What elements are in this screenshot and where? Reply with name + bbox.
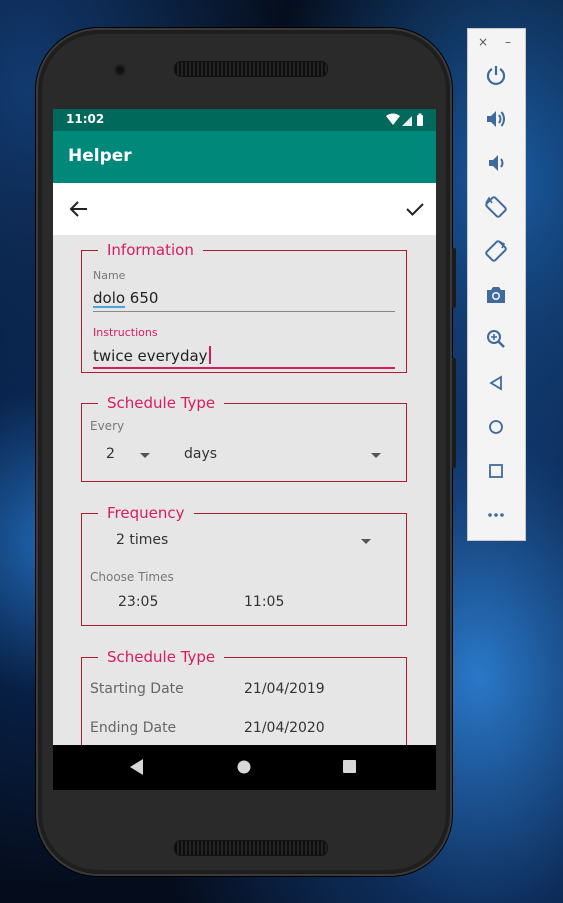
interval-unit-spinner[interactable]: days [178,446,388,468]
name-field-underline [93,311,395,312]
edit-toolbar [53,183,436,235]
device-screen: 11:02 Helper Information Name dolo 650 I… [53,109,436,790]
home-circle-icon[interactable] [484,415,508,439]
ending-date-value[interactable]: 21/04/2020 [244,720,325,736]
nav-back-icon[interactable] [130,759,144,775]
chevron-down-icon [140,453,150,458]
rotate-right-icon[interactable] [484,239,508,263]
frequency-section: Frequency 2 times Choose Times 23:05 11:… [81,504,407,626]
more-options-icon[interactable] [484,503,508,527]
schedule-type-legend: Schedule Type [107,394,216,412]
zoom-icon[interactable] [484,327,508,351]
frequency-spinner[interactable]: 2 times [102,532,378,554]
volume-side-button [452,358,456,468]
form-content: Information Name dolo 650 Instructions t… [53,235,436,745]
close-panel-button[interactable]: × [478,35,488,49]
battery-icon [417,115,423,126]
instructions-field[interactable]: twice everyday [93,346,211,365]
volume-up-icon[interactable] [484,107,508,131]
chevron-down-icon [371,453,381,458]
power-side-button [452,248,456,308]
every-count-spinner[interactable]: 2 [100,446,160,468]
instructions-value: twice everyday [93,347,208,365]
screenshot-camera-icon[interactable] [484,283,508,307]
volume-down-icon[interactable] [484,151,508,175]
save-check-icon[interactable] [403,197,427,221]
status-icons [386,113,423,126]
information-legend: Information [107,241,194,259]
time-slot-2[interactable]: 11:05 [244,594,284,610]
every-label: Every [90,419,125,433]
schedule-type-section: Schedule Type Every 2 days [81,394,407,482]
back-triangle-icon[interactable] [484,371,508,395]
power-icon[interactable] [484,63,508,87]
overview-square-icon[interactable] [484,459,508,483]
status-bar: 11:02 [53,109,436,131]
minimize-panel-button[interactable]: – [505,35,511,49]
interval-unit-value: days [184,446,218,462]
bottom-speaker-grille [174,840,328,856]
instructions-label: Instructions [93,326,158,339]
back-arrow-icon[interactable] [67,197,91,221]
app-title: Helper [68,146,132,166]
nav-home-icon[interactable] [237,760,251,774]
name-field[interactable]: dolo 650 [93,289,158,307]
starting-date-value[interactable]: 21/04/2019 [244,681,325,697]
nav-overview-icon[interactable] [343,760,356,773]
chevron-down-icon [361,539,371,544]
status-time: 11:02 [66,112,105,126]
signal-icon [402,116,412,126]
name-label: Name [93,269,126,282]
every-count-value: 2 [106,446,115,462]
spell-check-underline [93,306,125,308]
time-slot-1[interactable]: 23:05 [118,594,158,610]
frequency-legend: Frequency [107,504,185,522]
instructions-field-underline [93,367,395,369]
text-cursor [208,346,211,364]
app-bar: Helper [53,131,436,183]
date-range-section: Schedule Type Starting Date 21/04/2019 E… [81,648,407,745]
rotate-left-icon[interactable] [484,195,508,219]
choose-times-label: Choose Times [90,570,174,584]
information-section: Information Name dolo 650 Instructions t… [81,241,407,373]
date-range-legend: Schedule Type [107,648,216,666]
front-camera [114,64,126,76]
top-speaker-grille [174,61,328,77]
emulator-control-panel: × – [467,28,526,541]
android-nav-bar [53,745,436,790]
wifi-icon [386,113,400,125]
ending-date-label: Ending Date [90,720,177,736]
frequency-value: 2 times [116,532,169,548]
starting-date-label: Starting Date [90,681,184,697]
